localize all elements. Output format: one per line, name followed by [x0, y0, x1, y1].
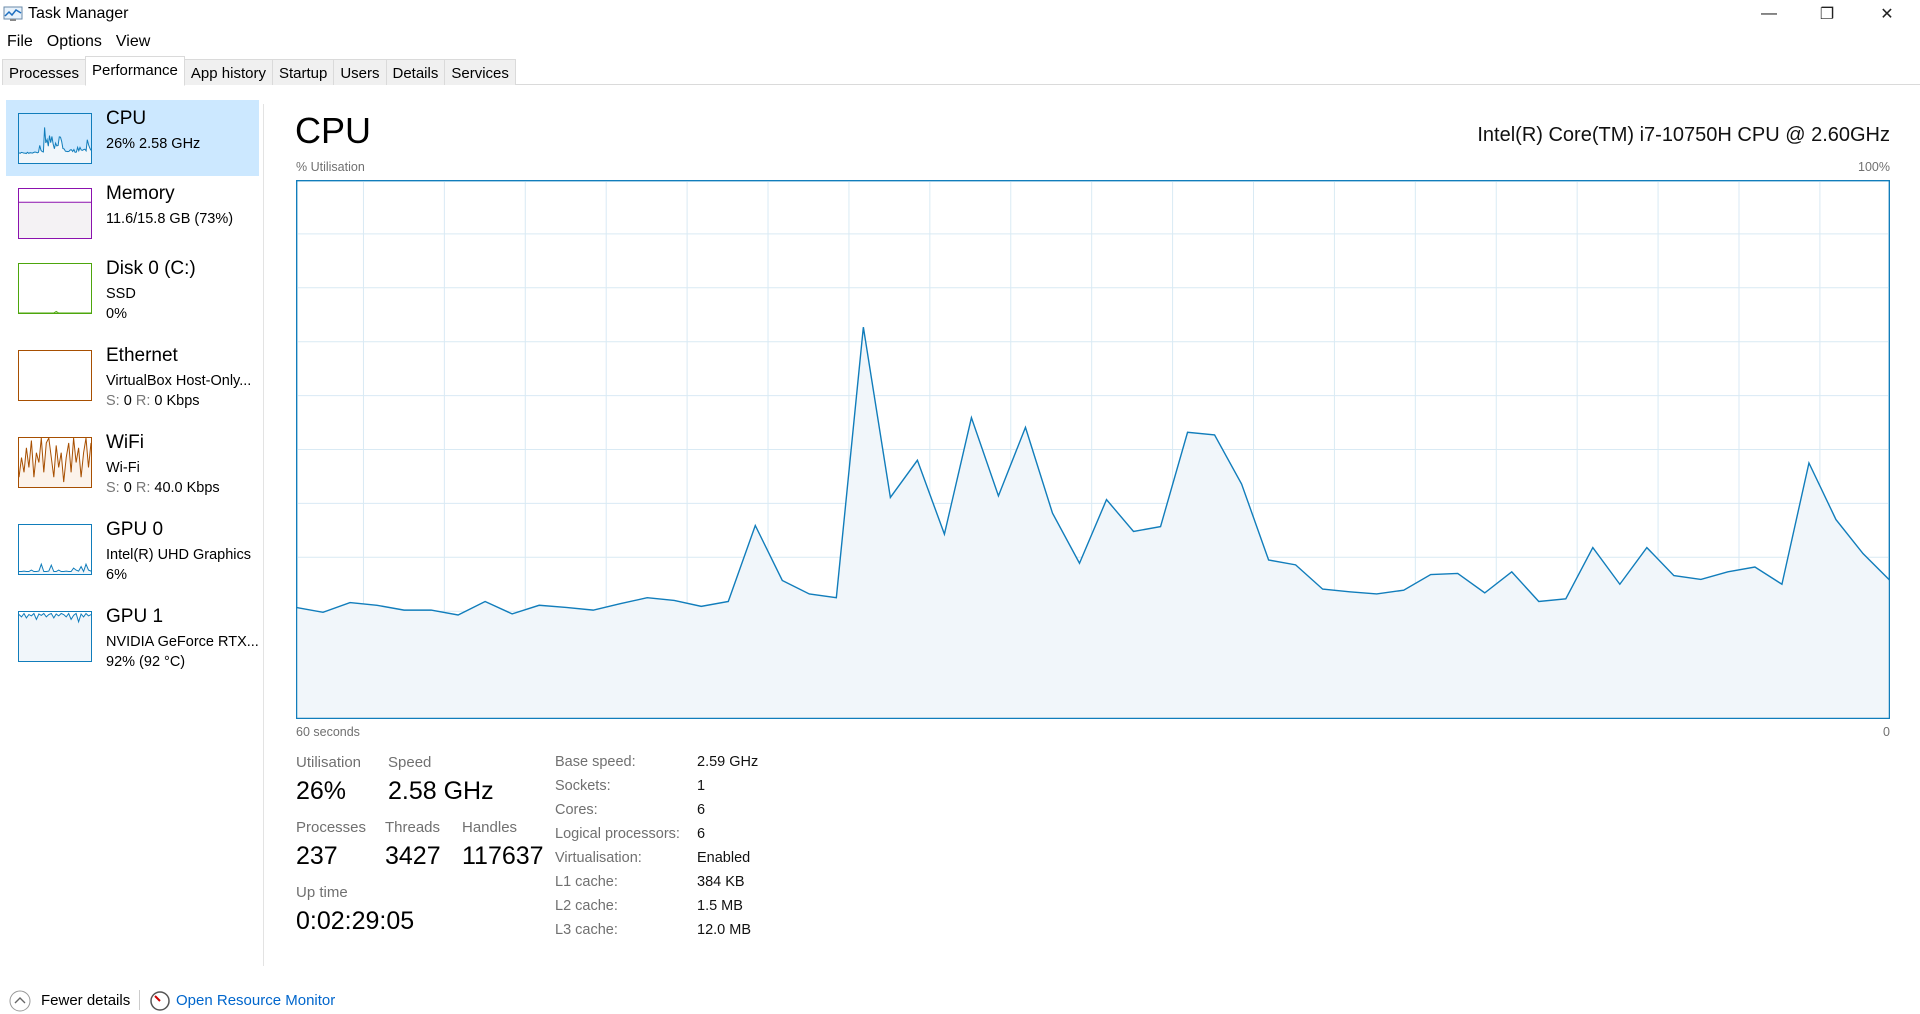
detail-value: 12.0 MB	[697, 922, 751, 938]
uptime-label: Up time	[296, 884, 348, 901]
threads-label: Threads	[385, 819, 441, 836]
sidebar-item-value: 0%	[106, 306, 127, 322]
wifi-thumbnail	[18, 437, 92, 488]
tab-bar: Processes Performance App history Startu…	[2, 56, 1920, 86]
y-axis-max-label: 100%	[1858, 160, 1890, 174]
sidebar-item-ethernet[interactable]: Ethernet VirtualBox Host-Only... S: 0 R:…	[6, 337, 259, 413]
detail-label: Cores:	[555, 802, 598, 818]
close-button[interactable]: ✕	[1858, 0, 1916, 28]
detail-label: Sockets:	[555, 778, 611, 794]
minimize-button[interactable]: —	[1740, 0, 1798, 28]
sidebar-item-model: Intel(R) UHD Graphics	[106, 547, 252, 563]
sidebar-item-wifi[interactable]: WiFi Wi-Fi S: 0 R: 40.0 Kbps	[6, 424, 259, 500]
cpu-model: Intel(R) Core(TM) i7-10750H CPU @ 2.60GH…	[1477, 124, 1890, 146]
menu-options[interactable]: Options	[40, 30, 109, 54]
processes-value: 237	[296, 842, 338, 870]
tab-processes[interactable]: Processes	[2, 59, 87, 85]
detail-label: L1 cache:	[555, 874, 618, 890]
tab-users[interactable]: Users	[333, 59, 387, 85]
sidebar-item-title: Ethernet	[106, 345, 178, 366]
threads-value: 3427	[385, 842, 441, 870]
detail-value: 6	[697, 826, 706, 842]
utilisation-label: Utilisation	[296, 754, 362, 771]
memory-thumbnail	[18, 188, 92, 239]
resource-monitor-icon	[150, 991, 170, 1011]
tab-app-history[interactable]: App history	[183, 59, 273, 85]
tab-details[interactable]: Details	[385, 59, 446, 85]
sidebar-item-title: Disk 0 (C:)	[106, 258, 196, 279]
tab-performance[interactable]: Performance	[85, 56, 185, 86]
cpu-utilisation-chart	[296, 180, 1890, 719]
disk-thumbnail	[18, 263, 92, 314]
ethernet-thumbnail	[18, 350, 92, 401]
task-manager-icon	[3, 6, 23, 21]
detail-value: 1	[697, 778, 706, 794]
sidebar-item-title: CPU	[106, 108, 147, 129]
detail-label: Logical processors:	[555, 826, 680, 842]
sidebar-item-type: SSD	[106, 286, 136, 302]
sidebar-item-model: NVIDIA GeForce RTX...	[106, 634, 259, 650]
menu-view[interactable]: View	[109, 30, 157, 54]
sidebar-item-title: GPU 0	[106, 519, 164, 540]
speed-value: 2.58 GHz	[388, 777, 494, 805]
sparkline	[19, 310, 91, 313]
sidebar-item-title: GPU 1	[106, 606, 164, 627]
detail-value: 1.5 MB	[697, 898, 743, 914]
detail-label: L3 cache:	[555, 922, 618, 938]
menu-bar: File Options View	[0, 30, 157, 54]
x-axis-right-label: 0	[1883, 725, 1890, 739]
gpu1-thumbnail	[18, 611, 92, 662]
sidebar-item-adapter: Wi-Fi	[106, 460, 140, 476]
menu-file[interactable]: File	[0, 30, 40, 54]
tab-startup[interactable]: Startup	[271, 59, 335, 85]
detail-label: Virtualisation:	[555, 850, 642, 866]
footer-divider	[139, 990, 140, 1010]
fewer-details-button[interactable]: Fewer details	[41, 992, 130, 1009]
sidebar-item-title: Memory	[106, 183, 175, 204]
handles-label: Handles	[462, 819, 518, 836]
sidebar-item-adapter: VirtualBox Host-Only...	[106, 373, 252, 389]
detail-value: 384 KB	[697, 874, 745, 890]
x-axis-left-label: 60 seconds	[296, 725, 360, 739]
tab-services[interactable]: Services	[444, 59, 516, 85]
sidebar-item-value: 26% 2.58 GHz	[106, 136, 201, 152]
detail-value: Enabled	[697, 850, 751, 866]
sparkline-area	[19, 613, 91, 661]
utilisation-value: 26%	[296, 777, 347, 805]
open-resource-monitor-link[interactable]: Open Resource Monitor	[176, 992, 335, 1009]
chevron-up-circle-icon[interactable]	[9, 990, 31, 1012]
sidebar-item-cpu[interactable]: CPU 26% 2.58 GHz	[6, 100, 259, 176]
sidebar-item-value: 92% (92 °C)	[106, 654, 186, 670]
detail-label: Base speed:	[555, 754, 636, 770]
sidebar-item-memory[interactable]: Memory 11.6/15.8 GB (73%)	[6, 175, 259, 251]
speed-label: Speed	[388, 754, 432, 771]
uptime-value: 0:02:29:05	[296, 907, 415, 935]
maximize-button[interactable]: ❐	[1798, 0, 1856, 28]
sidebar-item-throughput: S: 0 R: 40.0 Kbps	[106, 480, 220, 496]
gpu0-thumbnail	[18, 524, 92, 575]
sidebar-item-title: WiFi	[106, 432, 144, 453]
sidebar-item-disk[interactable]: Disk 0 (C:) SSD 0%	[6, 250, 259, 326]
sidebar-item-gpu0[interactable]: GPU 0 Intel(R) UHD Graphics 6%	[6, 511, 259, 587]
detail-value: 2.59 GHz	[697, 754, 759, 770]
page-title: CPU	[295, 110, 372, 151]
sidebar-item-throughput: S: 0 R: 0 Kbps	[106, 393, 200, 409]
processes-label: Processes	[296, 819, 367, 836]
window-title: Task Manager	[28, 5, 129, 22]
sidebar-item-value: 11.6/15.8 GB (73%)	[106, 211, 234, 227]
sidebar-item-gpu1[interactable]: GPU 1 NVIDIA GeForce RTX... 92% (92 °C)	[6, 598, 259, 674]
sidebar-divider	[263, 104, 264, 966]
title-bar: Task Manager — ❐ ✕	[0, 0, 1920, 28]
sparkline-area	[19, 202, 91, 238]
handles-value: 117637	[462, 842, 544, 870]
cpu-thumbnail	[18, 113, 92, 164]
detail-value: 6	[697, 802, 706, 818]
y-axis-label: % Utilisation	[296, 160, 365, 174]
detail-label: L2 cache:	[555, 898, 618, 914]
sidebar-item-value: 6%	[106, 567, 127, 583]
